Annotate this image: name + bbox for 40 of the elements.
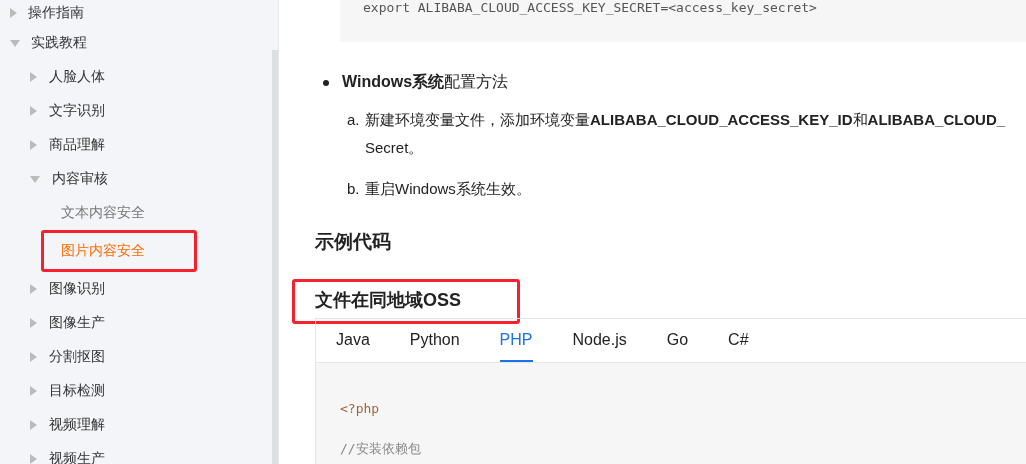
section-heading: 示例代码	[315, 230, 392, 254]
caret-right-icon	[30, 352, 37, 362]
nav-item[interactable]: 图像生产	[0, 306, 272, 340]
nav-item[interactable]: 商品理解	[0, 128, 272, 162]
bullet-icon	[323, 79, 329, 86]
caret-right-icon	[30, 72, 37, 82]
caret-down-icon	[30, 175, 40, 183]
caret-right-icon	[30, 318, 37, 328]
caret-down-icon	[10, 39, 20, 47]
list-marker: a.	[347, 110, 361, 130]
nav-item[interactable]: 内容审核	[0, 162, 272, 196]
nav-item[interactable]: 人脸人体	[0, 60, 272, 94]
nav-item[interactable]: 目标检测	[0, 374, 272, 408]
step-text: 重启Windows系统生效。	[365, 179, 531, 199]
caret-right-icon	[30, 284, 37, 294]
step-text: Secret。	[365, 138, 425, 158]
caret-right-icon	[30, 140, 37, 150]
list-item-text: Windows系统配置方法	[342, 72, 509, 92]
language-tab[interactable]: Node.js	[572, 319, 627, 362]
nav-item[interactable]: 操作指南	[0, 0, 272, 26]
caret-right-icon	[30, 106, 37, 116]
scrollbar[interactable]	[272, 50, 278, 464]
language-tab[interactable]: C#	[728, 319, 749, 362]
subsection-heading: 文件在同地域OSS	[292, 279, 520, 324]
nav-item[interactable]: 分割抠图	[0, 340, 272, 374]
caret-right-icon	[30, 454, 37, 464]
code-line: <?php	[340, 401, 380, 417]
step-text: 新建环境变量文件，添加环境变量ALIBABA_CLOUD_ACCESS_KEY_ID和ALIBABA_CLOUD_	[365, 110, 1006, 130]
language-tab[interactable]: Go	[666, 319, 689, 362]
nav-item[interactable]: 文本内容安全	[0, 196, 272, 230]
code-line: //安装依赖包	[340, 441, 421, 457]
nav-item[interactable]: 视频理解	[0, 408, 272, 442]
code-line: export ALIBABA_CLOUD_ACCESS_KEY_SECRET=<access_key_secret>	[363, 0, 818, 16]
nav-item[interactable]: 实践教程	[0, 26, 272, 60]
caret-right-icon	[30, 420, 37, 430]
caret-right-icon	[30, 386, 37, 396]
caret-right-icon	[10, 8, 17, 18]
nav-item[interactable]: 文字识别	[0, 94, 272, 128]
list-marker: b.	[347, 179, 361, 199]
nav-item[interactable]: 图像识别	[0, 272, 272, 306]
